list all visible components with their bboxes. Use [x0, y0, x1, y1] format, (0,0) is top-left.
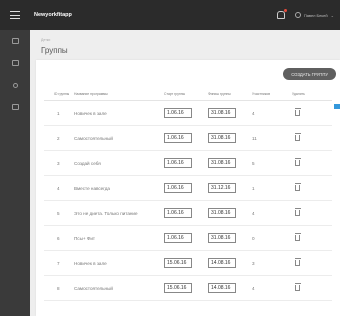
start-date-field[interactable]: 1.06.16 — [164, 208, 192, 218]
side-panel-tab[interactable] — [334, 104, 340, 109]
hamburger-icon — [10, 11, 20, 19]
groups-table: ID группы Название программы Старт групп… — [44, 88, 332, 301]
table-body: 1 Новичек в зале 1.06.16 31.08.16 4 2 Самостоя… — [44, 101, 332, 301]
group-id: 1 — [57, 110, 60, 116]
user-name: Павел Бекей — [303, 12, 328, 18]
finish-date-field[interactable]: 14.08.16 — [208, 283, 236, 293]
start-date-field[interactable]: 1.06.16 — [164, 158, 192, 168]
top-right-controls: Павел Бекей ⌄ — [276, 0, 334, 30]
member-count: 5 — [252, 160, 255, 166]
group-id: 3 — [57, 160, 60, 166]
header-name[interactable]: Название программы — [74, 92, 164, 96]
start-date-field[interactable]: 15.06.16 — [164, 283, 192, 293]
group-id: 4 — [57, 185, 60, 191]
member-count: 0 — [252, 235, 255, 241]
notification-icon[interactable] — [276, 9, 287, 19]
finish-date-field[interactable]: 31.12.16 — [208, 183, 236, 193]
member-count: 4 — [252, 210, 255, 216]
table-row[interactable]: 1 Новичек в зале 1.06.16 31.08.16 4 — [44, 101, 332, 126]
menu-button[interactable] — [0, 0, 30, 30]
table-row[interactable]: 7 Новичек в зале 15.06.16 14.08.16 3 — [44, 251, 332, 276]
program-name[interactable]: Вместе навсегда — [74, 186, 164, 191]
chevron-down-icon: ⌄ — [330, 12, 334, 18]
program-name[interactable]: Самостоятельный — [74, 286, 164, 291]
create-group-button[interactable]: СОЗДАТЬ ГРУППУ — [283, 68, 336, 80]
group-id: 7 — [57, 260, 60, 266]
header-id[interactable]: ID группы — [44, 92, 74, 96]
list-icon — [11, 104, 19, 110]
group-id: 8 — [57, 285, 60, 291]
trash-icon[interactable] — [294, 282, 301, 291]
table-row[interactable]: 3 Создай себя 1.06.16 31.08.16 5 — [44, 151, 332, 176]
finish-date-field[interactable]: 31.08.16 — [208, 108, 236, 118]
program-name[interactable]: Псы+ Фит — [74, 236, 164, 241]
person-icon — [12, 82, 18, 88]
start-date-field[interactable]: 1.06.16 — [164, 183, 192, 193]
program-name[interactable]: Новичек в зале — [74, 111, 164, 116]
sidebar-item-calendar[interactable] — [0, 52, 30, 74]
member-count: 11 — [252, 135, 257, 141]
sidebar-item-profile[interactable] — [0, 74, 30, 96]
program-name[interactable]: Это не диета. Только питание — [74, 211, 164, 216]
member-count: 4 — [252, 110, 255, 116]
finish-date-field[interactable]: 31.08.16 — [208, 133, 236, 143]
header-finish[interactable]: Финиш группы — [208, 92, 252, 96]
header-delete: Удалить — [292, 92, 305, 96]
user-menu[interactable]: Павел Бекей ⌄ — [294, 12, 334, 18]
sidebar-item-groups[interactable] — [0, 30, 30, 52]
table-row[interactable]: 6 Псы+ Фит 1.06.16 31.08.16 0 — [44, 226, 332, 251]
header-start[interactable]: Старт группы — [164, 92, 208, 96]
table-header: ID группы Название программы Старт групп… — [44, 88, 332, 101]
breadcrumb[interactable]: Детки — [41, 38, 50, 42]
sidebar — [0, 30, 30, 316]
calendar-icon — [11, 60, 19, 66]
notification-dot — [283, 9, 287, 12]
trash-icon[interactable] — [294, 107, 301, 116]
app-brand[interactable]: Newyorkfitapp — [34, 12, 72, 18]
finish-date-field[interactable]: 14.08.16 — [208, 258, 236, 268]
finish-date-field[interactable]: 31.08.16 — [208, 158, 236, 168]
group-id: 2 — [57, 135, 60, 141]
start-date-field[interactable]: 1.06.16 — [164, 233, 192, 243]
page-title: Группы — [41, 46, 68, 55]
member-count: 1 — [252, 185, 255, 191]
member-count: 4 — [252, 285, 255, 291]
group-id: 5 — [57, 210, 60, 216]
top-bar: Newyorkfitapp Павел Бекей ⌄ — [0, 0, 340, 30]
start-date-field[interactable]: 15.06.16 — [164, 258, 192, 268]
sidebar-item-list[interactable] — [0, 96, 30, 118]
start-date-field[interactable]: 1.06.16 — [164, 108, 192, 118]
finish-date-field[interactable]: 31.08.16 — [208, 233, 236, 243]
header-members[interactable]: Участников — [252, 92, 292, 96]
trash-icon[interactable] — [294, 232, 301, 241]
table-row[interactable]: 2 Самостоятельный 1.06.16 31.08.16 11 — [44, 126, 332, 151]
trash-icon[interactable] — [294, 182, 301, 191]
program-name[interactable]: Создай себя — [74, 161, 164, 166]
table-row[interactable]: 4 Вместе навсегда 1.06.16 31.12.16 1 — [44, 176, 332, 201]
trash-icon[interactable] — [294, 132, 301, 141]
finish-date-field[interactable]: 31.08.16 — [208, 208, 236, 218]
table-row[interactable]: 5 Это не диета. Только питание 1.06.16 31.0… — [44, 201, 332, 226]
group-id: 6 — [57, 235, 60, 241]
trash-icon[interactable] — [294, 207, 301, 216]
program-name[interactable]: Новичек в зале — [74, 261, 164, 266]
member-count: 3 — [252, 260, 255, 266]
groups-icon — [11, 38, 19, 44]
program-name[interactable]: Самостоятельный — [74, 136, 164, 141]
start-date-field[interactable]: 1.06.16 — [164, 133, 192, 143]
trash-icon[interactable] — [294, 257, 301, 266]
user-icon — [294, 12, 301, 18]
trash-icon[interactable] — [294, 157, 301, 166]
groups-card: СОЗДАТЬ ГРУППУ ID группы Название програ… — [36, 60, 340, 316]
table-row[interactable]: 8 Самостоятельный 15.06.16 14.08.16 4 — [44, 276, 332, 301]
